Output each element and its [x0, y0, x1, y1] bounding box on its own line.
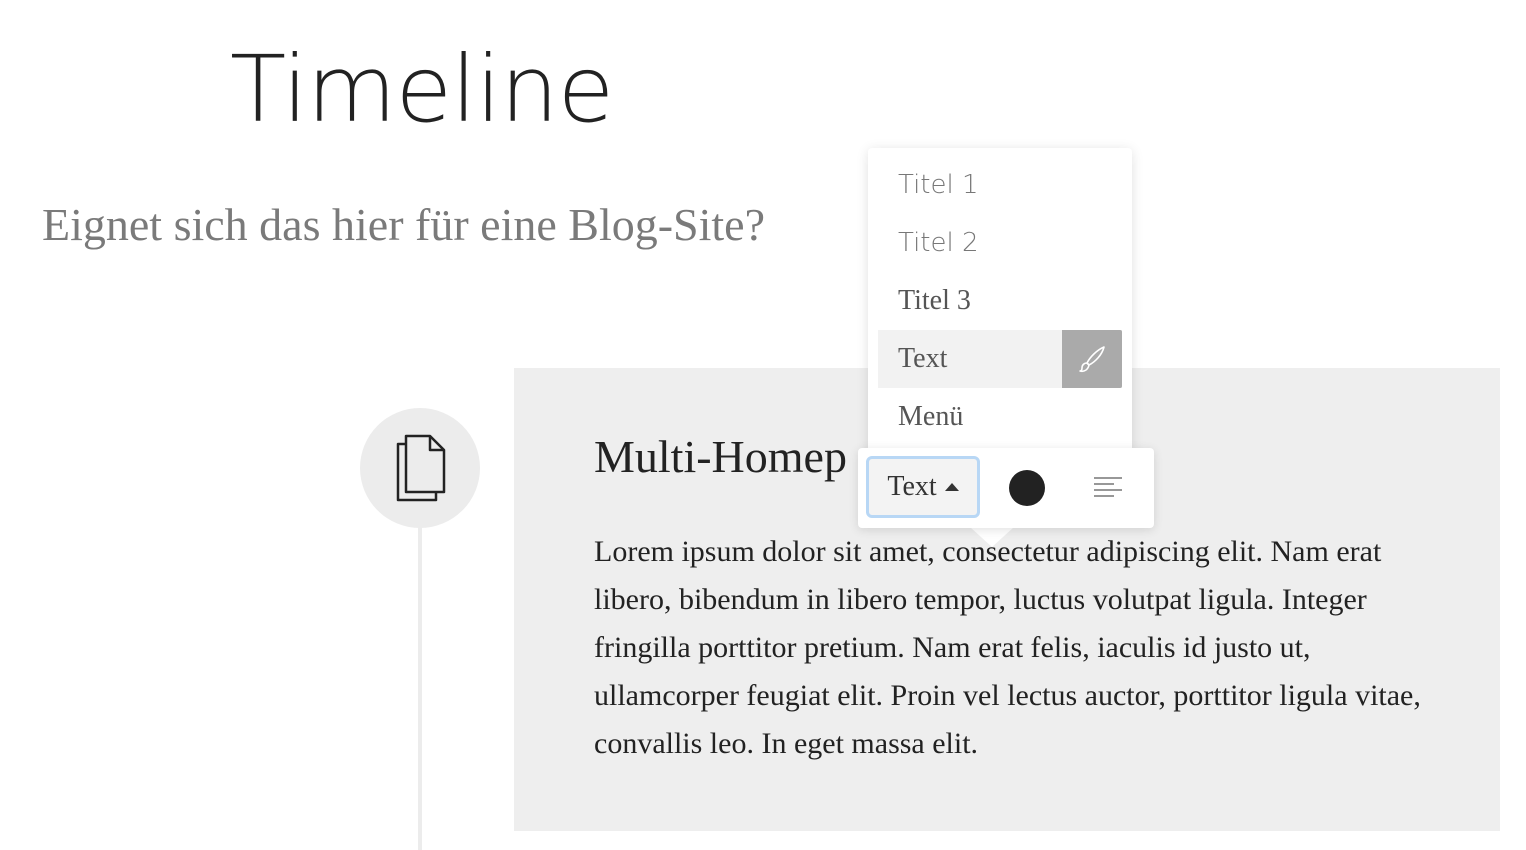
style-option-label: Titel 1 [898, 170, 979, 200]
toolbar-pointer [970, 527, 1014, 547]
style-select-button[interactable]: Text [866, 456, 980, 518]
style-option-titel-2[interactable]: Titel 2 [878, 214, 1122, 272]
style-dropdown-menu: Titel 1 Titel 2 Titel 3 Text Menü [868, 148, 1132, 454]
page-subtitle: Eignet sich das hier für eine Blog-Site? [42, 199, 766, 250]
style-option-text[interactable]: Text [878, 330, 1122, 388]
style-option-label: Menü [898, 401, 964, 432]
align-left-icon[interactable] [1092, 472, 1128, 504]
text-format-toolbar: Text [858, 448, 1154, 528]
documents-icon [396, 434, 446, 502]
style-option-label: Titel 2 [898, 228, 979, 258]
style-option-titel-1[interactable]: Titel 1 [878, 156, 1122, 214]
card-title[interactable]: Multi-Homep [594, 428, 847, 486]
style-option-menue[interactable]: Menü [878, 388, 1122, 446]
style-select-label: Text [887, 471, 937, 502]
card-body-text[interactable]: Lorem ipsum dolor sit amet, consectetur … [594, 528, 1434, 768]
edit-style-button[interactable] [1062, 330, 1122, 388]
brush-icon [1079, 346, 1105, 373]
caret-up-icon [944, 483, 959, 491]
page-title: Timeline [230, 36, 614, 143]
style-option-label: Text [898, 343, 948, 374]
style-option-titel-3[interactable]: Titel 3 [878, 272, 1122, 330]
timeline-icon-circle [360, 408, 480, 528]
style-option-label: Titel 3 [898, 285, 971, 316]
text-color-button[interactable] [1009, 470, 1045, 506]
